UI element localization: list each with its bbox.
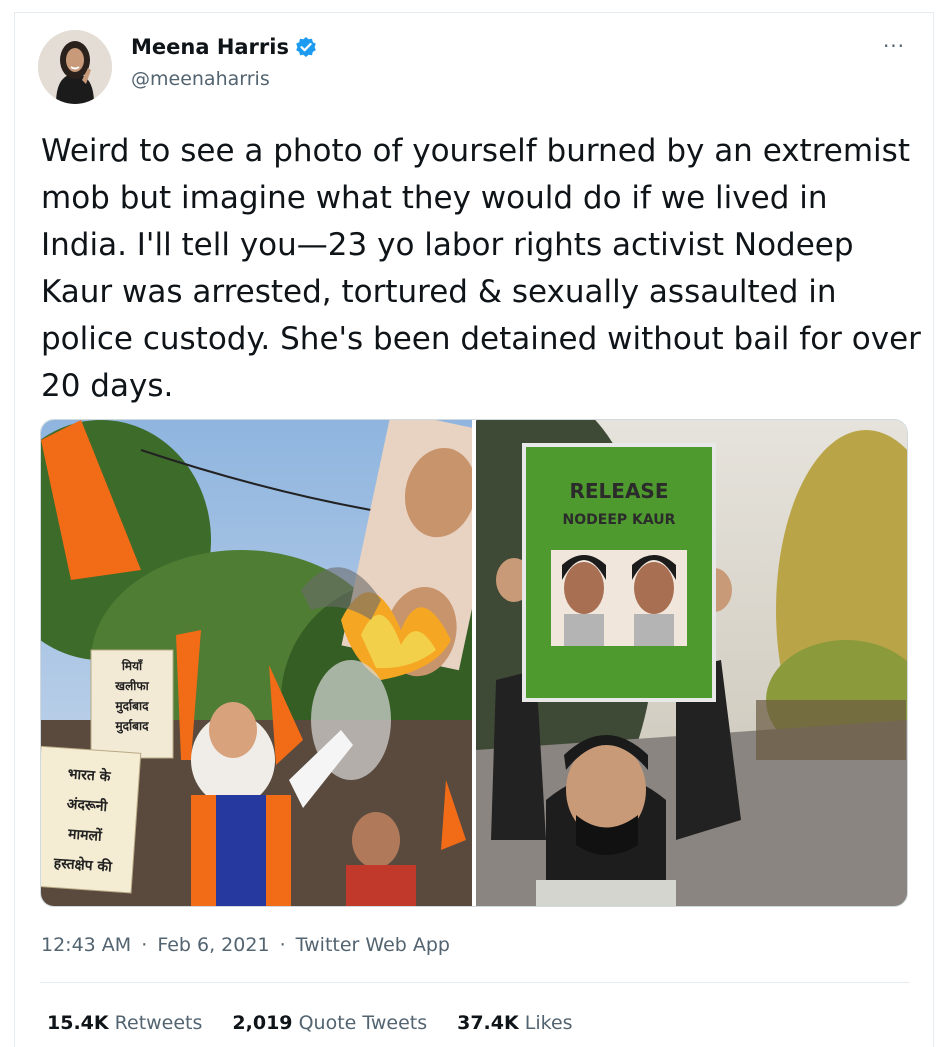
sign-1-line-3: मुर्दाबाद xyxy=(115,699,150,714)
author-name-row[interactable]: Meena Harris xyxy=(131,35,317,59)
photo-protest-burning[interactable]: मियाँ खलीफा मुर्दाबाद मुर्दाबाद भारत के … xyxy=(41,420,472,906)
quote-tweets-count: 2,019 xyxy=(232,1012,293,1034)
likes-count: 37.4K xyxy=(457,1012,519,1034)
tweet-date[interactable]: Feb 6, 2021 xyxy=(157,934,269,956)
retweets-count: 15.4K xyxy=(47,1012,109,1034)
photo-release-nodeep-kaur[interactable]: RELEASE NODEEP KAUR xyxy=(476,420,907,906)
sign-1-line-2: खलीफा xyxy=(114,679,149,693)
sign-1-line-4: मुर्दाबाद xyxy=(115,719,150,734)
author-handle[interactable]: @meenaharris xyxy=(131,68,270,90)
tweet-text: Weird to see a photo of yourself burned … xyxy=(41,133,921,404)
retweets-stat[interactable]: 15.4K Retweets xyxy=(47,1012,202,1034)
sign-2-line-3: मामलों xyxy=(67,825,104,844)
tweet-media[interactable]: मियाँ खलीफा मुर्दाबाद मुर्दाबाद भारत के … xyxy=(40,419,908,907)
tweet-meta: 12:43 AM · Feb 6, 2021 · Twitter Web App xyxy=(41,934,450,956)
divider xyxy=(40,982,910,983)
poster-line-2: NODEEP KAUR xyxy=(563,512,676,528)
avatar[interactable] xyxy=(38,30,112,104)
tweet-source-app[interactable]: Twitter Web App xyxy=(296,934,450,956)
likes-stat[interactable]: 37.4K Likes xyxy=(457,1012,572,1034)
poster-line-1: RELEASE xyxy=(569,479,668,503)
sign-1-line-1: मियाँ xyxy=(121,659,143,673)
quote-tweets-label: Quote Tweets xyxy=(298,1012,428,1034)
retweets-label: Retweets xyxy=(114,1012,203,1034)
tweet-time[interactable]: 12:43 AM xyxy=(41,934,131,956)
likes-label: Likes xyxy=(524,1012,573,1034)
quote-tweets-stat[interactable]: 2,019 Quote Tweets xyxy=(232,1012,427,1034)
sign-2-line-1: भारत के xyxy=(67,765,112,785)
meta-separator: · xyxy=(279,934,286,956)
tweet-stats: 15.4K Retweets 2,019 Quote Tweets 37.4K … xyxy=(47,1012,573,1034)
author-name[interactable]: Meena Harris xyxy=(131,35,289,59)
sign-2-line-2: अंदरूनी xyxy=(66,795,109,815)
verified-badge-icon xyxy=(295,36,317,58)
more-options-icon[interactable]: ··· xyxy=(872,36,916,60)
meta-separator: · xyxy=(141,934,148,956)
